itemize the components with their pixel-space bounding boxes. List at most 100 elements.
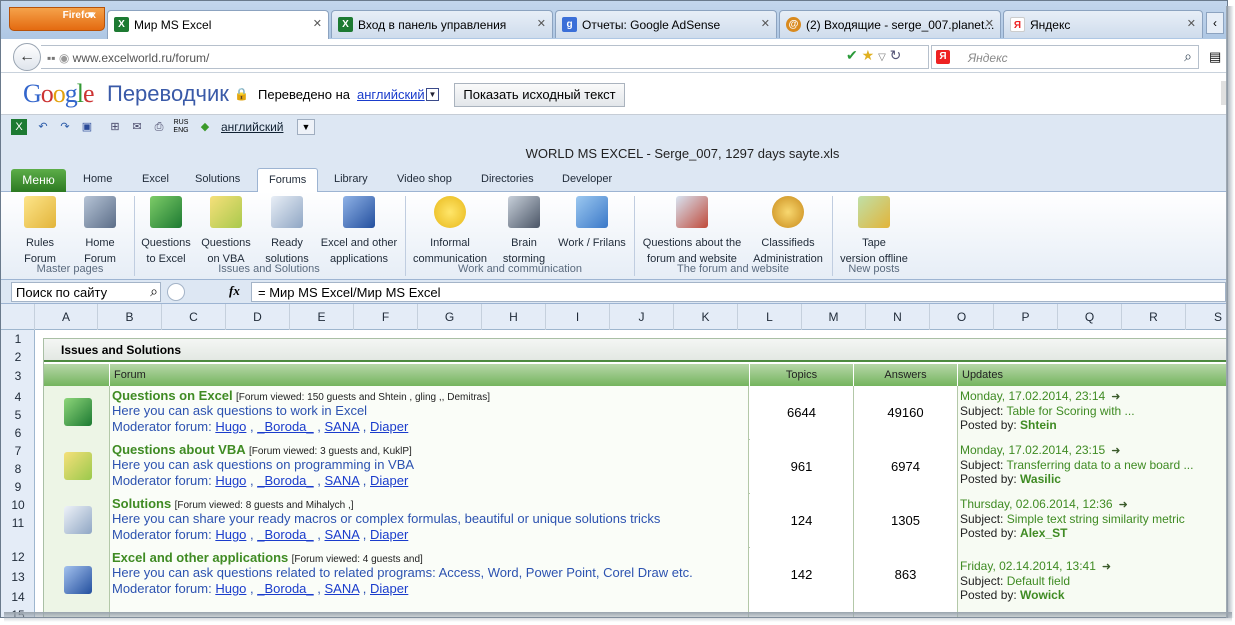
- forum-title-link[interactable]: Excel and other applications: [112, 550, 288, 565]
- sitemap-icon[interactable]: ⊞: [107, 119, 123, 135]
- magnifier-icon[interactable]: ⌕: [1184, 48, 1192, 65]
- mail-icon[interactable]: ✉: [129, 119, 145, 135]
- cancel-circle-icon[interactable]: [167, 283, 185, 301]
- go-arrow-icon[interactable]: ➜: [1119, 499, 1128, 511]
- questions-excel-button[interactable]: Questions to Excel: [139, 196, 193, 267]
- excel-other-apps-button[interactable]: Excel and other applications: [319, 196, 399, 267]
- menu-button[interactable]: Меню: [11, 169, 66, 192]
- tab-yandex[interactable]: Я Яндекс ✕: [1003, 10, 1203, 38]
- row-header[interactable]: 7: [1, 442, 35, 460]
- moderator-link[interactable]: SANA: [324, 527, 359, 542]
- column-header[interactable]: A: [35, 304, 98, 330]
- row-header[interactable]: 2: [1, 348, 35, 366]
- go-arrow-icon[interactable]: ➜: [1102, 561, 1111, 573]
- print-icon[interactable]: ⎙: [151, 119, 167, 135]
- column-header[interactable]: J: [610, 304, 674, 330]
- row-header[interactable]: 4: [1, 388, 35, 406]
- row-header[interactable]: 1: [1, 330, 35, 348]
- column-header[interactable]: Q: [1058, 304, 1122, 330]
- tab-control-panel[interactable]: X Вход в панель управления ✕: [331, 10, 553, 38]
- moderator-link[interactable]: SANA: [324, 473, 359, 488]
- search-icon[interactable]: ⌕: [150, 283, 158, 300]
- close-tab-icon[interactable]: ✕: [537, 17, 546, 30]
- forum-title-link[interactable]: Questions about VBA: [112, 442, 246, 457]
- questions-vba-button[interactable]: Questions on VBA: [199, 196, 253, 267]
- column-header[interactable]: K: [674, 304, 738, 330]
- column-header[interactable]: S: [1186, 304, 1227, 330]
- moderator-link[interactable]: SANA: [324, 419, 359, 434]
- moderator-link[interactable]: Hugo: [215, 581, 246, 596]
- moderator-link[interactable]: _Boroda_: [257, 581, 313, 596]
- tab-video-shop[interactable]: Video shop: [397, 173, 452, 185]
- firefox-menu-button[interactable]: Firefox ▼: [9, 7, 105, 31]
- row-header[interactable]: 6: [1, 424, 35, 442]
- moderator-link[interactable]: _Boroda_: [257, 473, 313, 488]
- home-forum-button[interactable]: Home Forum: [75, 196, 125, 267]
- tab-developer[interactable]: Developer: [562, 173, 612, 185]
- url-bar[interactable]: ▪▪ ◉ www.excelworld.ru/forum/: [41, 45, 929, 69]
- column-header[interactable]: M: [802, 304, 866, 330]
- site-search-box[interactable]: Поиск по сайту ⌕: [11, 282, 161, 302]
- tab-forums[interactable]: Forums: [257, 168, 319, 193]
- go-arrow-icon[interactable]: ➜: [1111, 391, 1120, 403]
- column-header[interactable]: B: [98, 304, 162, 330]
- row-header[interactable]: 13: [1, 568, 35, 586]
- column-header[interactable]: P: [994, 304, 1058, 330]
- column-header[interactable]: E: [290, 304, 354, 330]
- rus-eng-icon[interactable]: RUS ENG: [173, 119, 189, 135]
- qat-language-link[interactable]: английский: [221, 120, 283, 134]
- tab-inbox[interactable]: @ (2) Входящие - serge_007.planet... ✕: [779, 10, 1001, 38]
- excel-icon[interactable]: X: [11, 119, 27, 135]
- reload-icon[interactable]: ↻: [890, 47, 902, 63]
- posted-by[interactable]: Wasilic: [1020, 472, 1061, 486]
- forum-title-link[interactable]: Solutions: [112, 496, 171, 511]
- row-header[interactable]: 8: [1, 460, 35, 478]
- work-frilans-button[interactable]: Work / Frilans: [555, 196, 629, 251]
- qat-dropdown-icon[interactable]: ▼: [297, 119, 315, 135]
- close-tab-icon[interactable]: ✕: [1187, 17, 1196, 30]
- classifieds-admin-button[interactable]: Classifieds Administration: [749, 196, 827, 267]
- row-header[interactable]: 10: [1, 496, 35, 514]
- column-header[interactable]: C: [162, 304, 226, 330]
- go-arrow-icon[interactable]: ➜: [1111, 445, 1120, 457]
- row-header[interactable]: 12: [1, 548, 35, 566]
- informal-communication-button[interactable]: Informal communication: [409, 196, 491, 267]
- column-header[interactable]: N: [866, 304, 930, 330]
- fx-icon[interactable]: fx: [229, 283, 240, 299]
- save-icon[interactable]: ▣: [79, 119, 95, 135]
- translate-language-link[interactable]: английский: [357, 87, 425, 102]
- moderator-link[interactable]: Hugo: [215, 473, 246, 488]
- tab-adsense[interactable]: g Отчеты: Google AdSense ✕: [555, 10, 777, 38]
- column-header[interactable]: H: [482, 304, 546, 330]
- language-dropdown-icon[interactable]: ▼: [426, 88, 439, 101]
- row-header[interactable]: 14: [1, 588, 35, 606]
- row-header[interactable]: 3: [1, 367, 35, 385]
- moderator-link[interactable]: Diaper: [370, 419, 408, 434]
- back-button[interactable]: ←: [13, 43, 41, 71]
- sheet-area[interactable]: Issues and Solutions Forum Topics Answer…: [35, 330, 1227, 617]
- column-header[interactable]: L: [738, 304, 802, 330]
- row-header[interactable]: 5: [1, 406, 35, 424]
- undo-icon[interactable]: ↶: [35, 119, 51, 135]
- formula-input[interactable]: = Мир MS Excel/Мир MS Excel: [251, 282, 1226, 302]
- tab-excelworld[interactable]: X Мир MS Excel ✕: [107, 10, 329, 39]
- column-header[interactable]: R: [1122, 304, 1186, 330]
- close-tab-icon[interactable]: ✕: [313, 17, 322, 30]
- redo-icon[interactable]: ↷: [57, 119, 73, 135]
- row-header[interactable]: 9: [1, 478, 35, 496]
- bookmarks-menu-icon[interactable]: ▤: [1209, 49, 1225, 65]
- column-header[interactable]: D: [226, 304, 290, 330]
- brainstorming-button[interactable]: Brain storming: [497, 196, 551, 267]
- close-tab-icon[interactable]: ✕: [985, 17, 994, 30]
- tab-excel[interactable]: Excel: [142, 173, 169, 185]
- column-header[interactable]: I: [546, 304, 610, 330]
- moderator-link[interactable]: Diaper: [370, 527, 408, 542]
- show-original-button[interactable]: Показать исходный текст: [454, 83, 625, 107]
- column-header[interactable]: O: [930, 304, 994, 330]
- column-header[interactable]: F: [354, 304, 418, 330]
- posted-by[interactable]: Alex_ST: [1020, 526, 1067, 540]
- subject-link[interactable]: Simple text string similarity metric: [1007, 512, 1185, 526]
- tape-offline-button[interactable]: Tape version offline: [837, 196, 911, 267]
- posted-by[interactable]: Wowick: [1020, 588, 1064, 602]
- tab-scroll-icon[interactable]: ‹: [1206, 12, 1224, 34]
